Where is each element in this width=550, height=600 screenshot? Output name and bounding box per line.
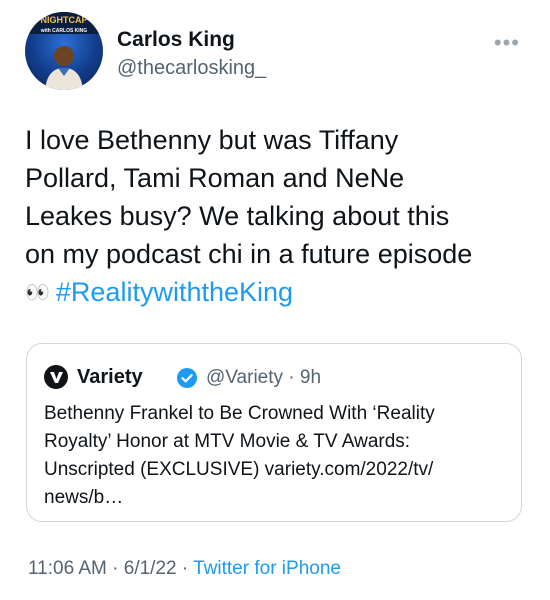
author-handle[interactable]: @thecarlosking_ xyxy=(117,57,266,80)
variety-logo-icon xyxy=(44,365,68,389)
quoted-line: news/b… xyxy=(44,487,124,508)
quoted-tweet[interactable]: Variety @Variety · 9h Bethenny Frankel t… xyxy=(26,343,522,522)
more-options-icon[interactable]: ••• xyxy=(494,30,520,56)
tweet-line-hashtag: 👀 #RealitywiththeKing xyxy=(25,273,530,312)
tweet-card: NIGHTCAP with CARLOS KING Carlos King @t… xyxy=(0,0,550,600)
avatar[interactable]: NIGHTCAP with CARLOS KING xyxy=(25,12,103,90)
verified-badge-icon xyxy=(177,368,197,388)
tweet-line: Pollard, Tami Roman and NeNe xyxy=(25,163,405,193)
avatar-logo-text: NIGHTCAP xyxy=(41,15,88,25)
timestamp[interactable]: 11:06 AM · 6/1/22 · xyxy=(28,558,193,579)
eyes-emoji: 👀 xyxy=(25,282,50,304)
quoted-line: Bethenny Frankel to Be Crowned With ‘Rea… xyxy=(44,403,435,424)
source-link[interactable]: Twitter for iPhone xyxy=(193,558,341,579)
tweet-text: I love Bethenny but was Tiffany Pollard,… xyxy=(25,121,530,312)
tweet-metadata: 11:06 AM · 6/1/22 · Twitter for iPhone xyxy=(28,558,341,580)
quoted-text: Bethenny Frankel to Be Crowned With ‘Rea… xyxy=(44,400,514,512)
tweet-line: on my podcast chi in a future episode xyxy=(25,239,473,269)
quoted-handle-time[interactable]: @Variety · 9h xyxy=(206,367,321,389)
quoted-author-name[interactable]: Variety xyxy=(77,366,143,389)
quoted-line: Unscripted (EXCLUSIVE) variety.com/2022/… xyxy=(44,459,434,480)
author-name[interactable]: Carlos King xyxy=(117,28,235,52)
hashtag-link[interactable]: #RealitywiththeKing xyxy=(56,277,293,307)
avatar-logo-subtext: with CARLOS KING xyxy=(40,28,87,34)
tweet-line: I love Bethenny but was Tiffany xyxy=(25,125,399,155)
quoted-line: Royalty’ Honor at MTV Movie & TV Awards: xyxy=(44,431,411,452)
tweet-line: Leakes busy? We talking about this xyxy=(25,201,450,231)
